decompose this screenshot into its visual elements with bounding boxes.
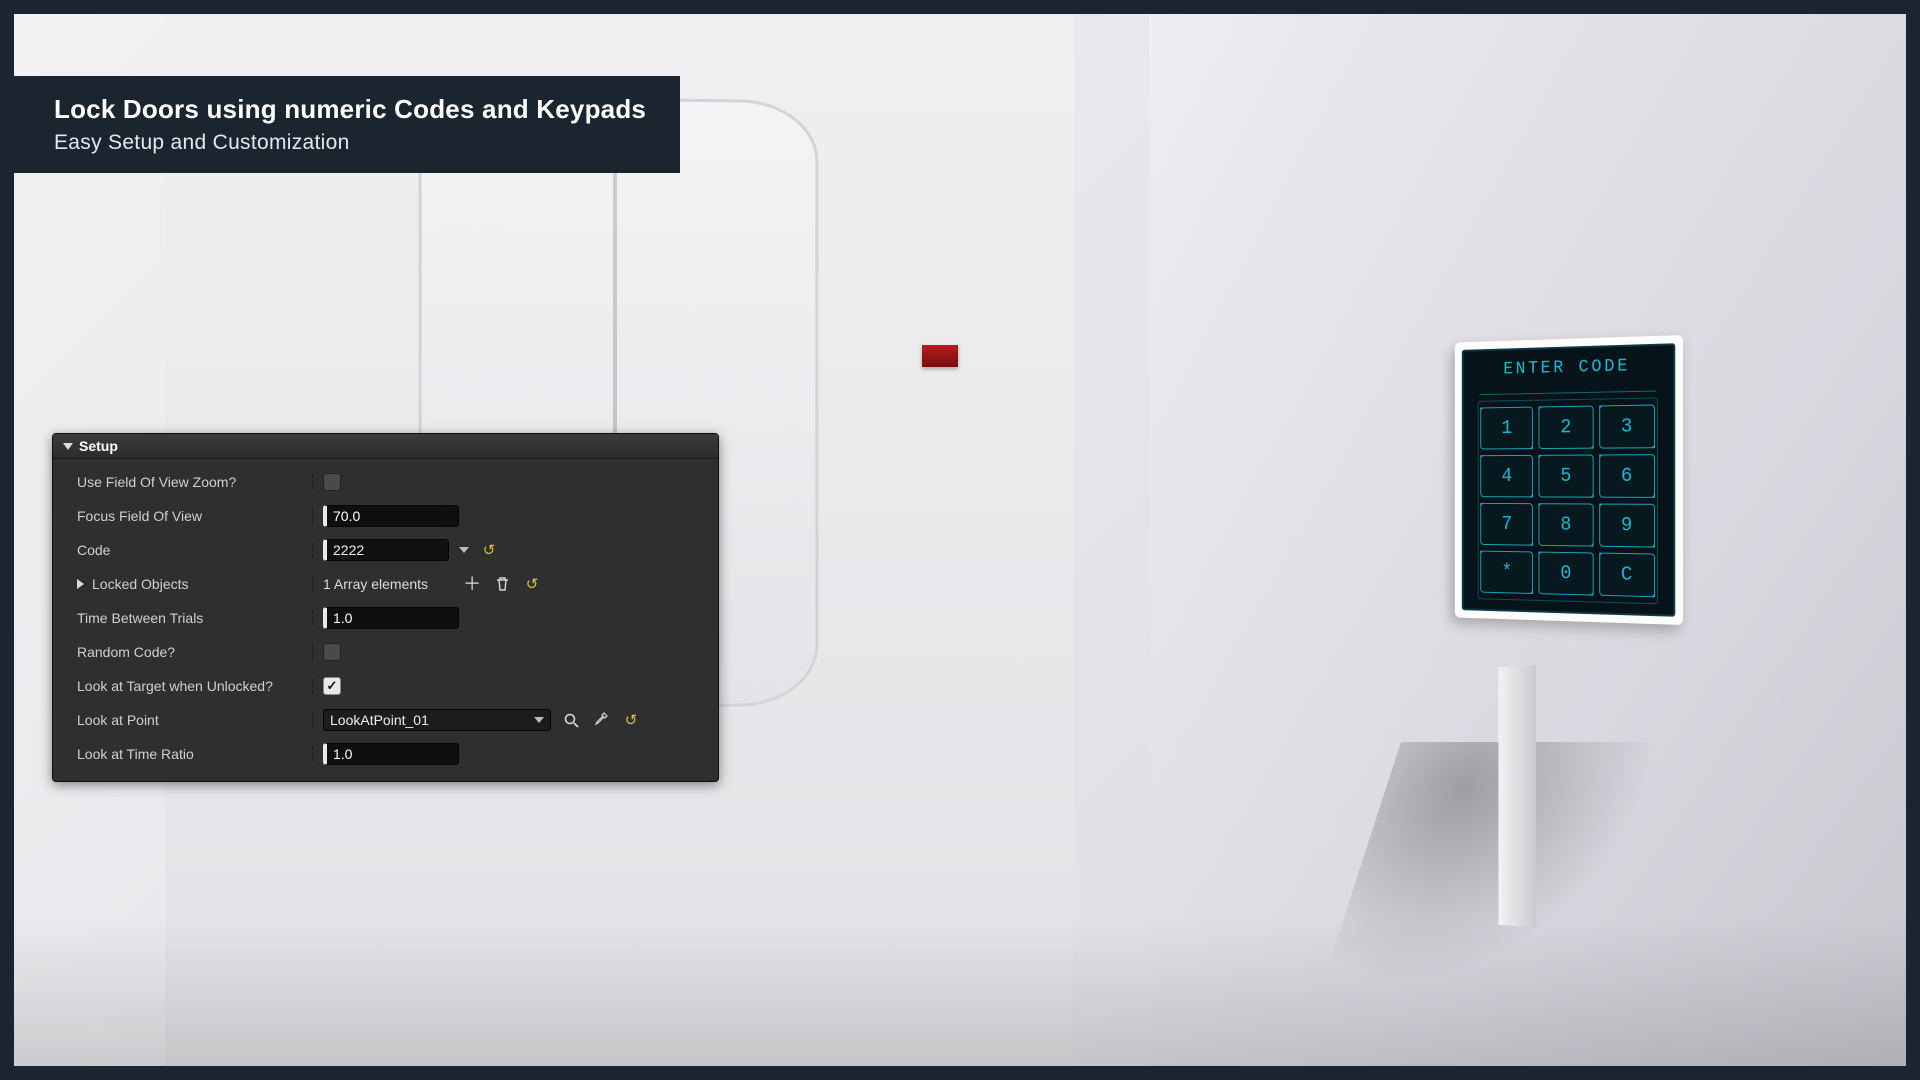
reset-look-point-icon[interactable]: ↺	[621, 710, 641, 730]
input-code[interactable]: 2222	[323, 539, 449, 561]
keypad-key-2[interactable]: 2	[1539, 405, 1593, 448]
keypad-key-7[interactable]: 7	[1480, 503, 1533, 546]
add-element-icon[interactable]: ＋	[462, 574, 482, 594]
banner-subtitle: Easy Setup and Customization	[54, 131, 646, 155]
row-look-unlocked: Look at Target when Unlocked?	[53, 669, 718, 703]
select-look-point[interactable]: LookAtPoint_01	[323, 709, 551, 731]
keypad-key-3[interactable]: 3	[1599, 404, 1655, 448]
keypad-grid: 1 2 3 4 5 6 7 8 9 * 0 C	[1478, 397, 1658, 604]
input-time-ratio[interactable]: 1.0	[323, 743, 459, 765]
keypad-display-line	[1479, 377, 1655, 394]
keypad-screen: ENTER CODE 1 2 3 4 5 6 7 8 9 * 0 C	[1462, 343, 1675, 617]
env-floor-shade	[14, 919, 1906, 1066]
spinner-icon	[440, 612, 452, 624]
row-look-point: Look at Point LookAtPoint_01 ↺	[53, 703, 718, 737]
setup-panel-header[interactable]: Setup	[53, 434, 718, 459]
keypad-key-9[interactable]: 9	[1599, 503, 1655, 547]
spinner-icon	[440, 510, 452, 522]
label-look-point: Look at Point	[77, 712, 159, 728]
eyedropper-icon[interactable]	[591, 710, 611, 730]
input-focus-fov[interactable]: 70.0	[323, 505, 459, 527]
keypad-stand	[1498, 665, 1536, 927]
checkbox-random-code[interactable]	[323, 643, 341, 661]
row-code: Code 2222 ↺	[53, 533, 718, 567]
keypad-key-6[interactable]: 6	[1599, 454, 1655, 498]
keypad-key-4[interactable]: 4	[1480, 455, 1533, 498]
expand-locked-icon[interactable]	[77, 579, 84, 589]
keypad-device: ENTER CODE 1 2 3 4 5 6 7 8 9 * 0 C	[1455, 335, 1683, 625]
checkbox-look-unlocked[interactable]	[323, 677, 341, 695]
row-fov-zoom: Use Field Of View Zoom?	[53, 465, 718, 499]
label-trials: Time Between Trials	[77, 610, 203, 626]
value-look-point: LookAtPoint_01	[330, 712, 429, 728]
label-random-code: Random Code?	[77, 644, 175, 660]
label-look-unlocked: Look at Target when Unlocked?	[77, 678, 273, 694]
value-focus-fov: 70.0	[333, 508, 360, 524]
setup-panel-body: Use Field Of View Zoom? Focus Field Of V…	[53, 459, 718, 781]
checkbox-fov-zoom[interactable]	[323, 473, 341, 491]
keypad-key-8[interactable]: 8	[1539, 503, 1593, 546]
reset-code-icon[interactable]: ↺	[479, 540, 499, 560]
row-random-code: Random Code?	[53, 635, 718, 669]
locked-summary: 1 Array elements	[323, 576, 428, 592]
input-trials[interactable]: 1.0	[323, 607, 459, 629]
row-time-between-trials: Time Between Trials 1.0	[53, 601, 718, 635]
row-locked-objects: Locked Objects 1 Array elements ＋ ↺	[53, 567, 718, 601]
value-trials: 1.0	[333, 610, 352, 626]
keypad-title: ENTER CODE	[1503, 356, 1630, 379]
label-focus-fov: Focus Field Of View	[77, 508, 202, 524]
reset-array-icon[interactable]: ↺	[522, 574, 542, 594]
keypad-key-1[interactable]: 1	[1480, 406, 1533, 449]
banner-title: Lock Doors using numeric Codes and Keypa…	[54, 94, 646, 125]
row-time-ratio: Look at Time Ratio 1.0	[53, 737, 718, 771]
keypad-key-star[interactable]: *	[1480, 550, 1533, 593]
value-code: 2222	[333, 542, 364, 558]
door-status-light	[922, 345, 958, 367]
label-code: Code	[77, 542, 110, 558]
row-focus-fov: Focus Field Of View 70.0	[53, 499, 718, 533]
label-fov-zoom: Use Field Of View Zoom?	[77, 474, 236, 490]
keypad-key-0[interactable]: 0	[1539, 551, 1593, 595]
dropdown-caret-icon	[534, 717, 544, 723]
spinner-icon	[440, 748, 452, 760]
browse-asset-icon[interactable]	[561, 710, 581, 730]
setup-panel: Setup Use Field Of View Zoom? Focus Fiel…	[52, 433, 719, 782]
keypad-key-clear[interactable]: C	[1599, 552, 1655, 597]
code-dropdown-caret[interactable]	[459, 547, 469, 553]
viewport: ENTER CODE 1 2 3 4 5 6 7 8 9 * 0 C Lock …	[14, 14, 1906, 1066]
title-banner: Lock Doors using numeric Codes and Keypa…	[14, 76, 680, 173]
keypad-key-5[interactable]: 5	[1539, 454, 1593, 497]
label-locked-objects: Locked Objects	[92, 576, 189, 592]
label-time-ratio: Look at Time Ratio	[77, 746, 194, 762]
value-time-ratio: 1.0	[333, 746, 352, 762]
setup-panel-title: Setup	[79, 438, 118, 454]
clear-array-icon[interactable]	[492, 574, 512, 594]
collapse-icon	[63, 443, 73, 450]
